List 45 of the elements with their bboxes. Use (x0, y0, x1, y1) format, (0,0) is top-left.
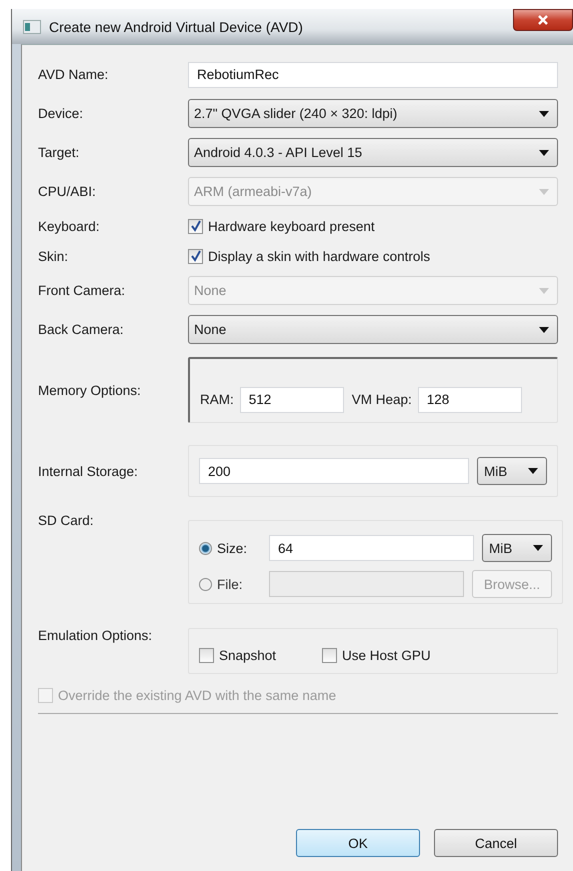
caret-icon (539, 326, 549, 332)
checkbox[interactable]: Hardware keyboard present (188, 218, 375, 234)
unit-dropdown[interactable]: MiB (477, 457, 547, 485)
dropdown[interactable]: Android 4.0.3 - API Level 15 (188, 138, 558, 167)
field-label: Target: (38, 145, 80, 160)
field-label: VM Heap: (352, 392, 412, 407)
checkbox[interactable]: Display a skin with hardware controls (188, 248, 430, 264)
field-label: Skin: (38, 248, 70, 264)
check-icon (190, 250, 202, 262)
field-label: Memory Options: (38, 382, 142, 398)
field-label: SD Card: (38, 513, 95, 528)
input-field[interactable]: RebotiumRec (188, 62, 558, 88)
dropdown[interactable]: 2.7" QVGA slider (240 × 320: ldpi) (188, 99, 558, 128)
close-button[interactable] (513, 9, 573, 31)
input-field[interactable]: 64 (269, 535, 474, 561)
caret-icon (533, 545, 543, 551)
unit-dropdown[interactable]: MiB (482, 534, 552, 562)
checkbox[interactable]: Use Host GPU (322, 648, 431, 662)
checkbox[interactable]: Snapshot (199, 648, 276, 662)
caret-icon (539, 110, 549, 116)
input-field[interactable]: 128 (418, 386, 522, 412)
radio-button[interactable]: Size: (199, 540, 261, 556)
field-label: Device: (38, 106, 84, 121)
check-icon (190, 220, 202, 232)
ok-button[interactable]: OK (296, 829, 420, 857)
close-icon (537, 14, 549, 26)
caret-icon (539, 288, 549, 294)
window-icon (23, 20, 41, 34)
field-label: Back Camera: (38, 322, 125, 337)
caret-icon (539, 188, 549, 194)
field-label: Emulation Options: (38, 628, 154, 643)
radio-button[interactable]: File: (199, 576, 261, 592)
field-label: Front Camera: (38, 283, 126, 298)
input-field[interactable]: 512 (240, 386, 344, 412)
field-label: AVD Name: (38, 67, 110, 82)
field-label: Keyboard: (38, 218, 101, 234)
window-title: Create new Android Virtual Device (AVD) (49, 18, 303, 34)
caret-icon (539, 150, 549, 156)
input-field[interactable]: 200 (199, 458, 469, 484)
field-label: RAM: (200, 392, 234, 407)
cancel-button[interactable]: Cancel (434, 829, 558, 857)
caret-icon (528, 468, 538, 474)
field-label: CPU/ABI: (38, 184, 97, 199)
field-label: Internal Storage: (38, 464, 139, 478)
dropdown[interactable]: None (188, 315, 558, 344)
